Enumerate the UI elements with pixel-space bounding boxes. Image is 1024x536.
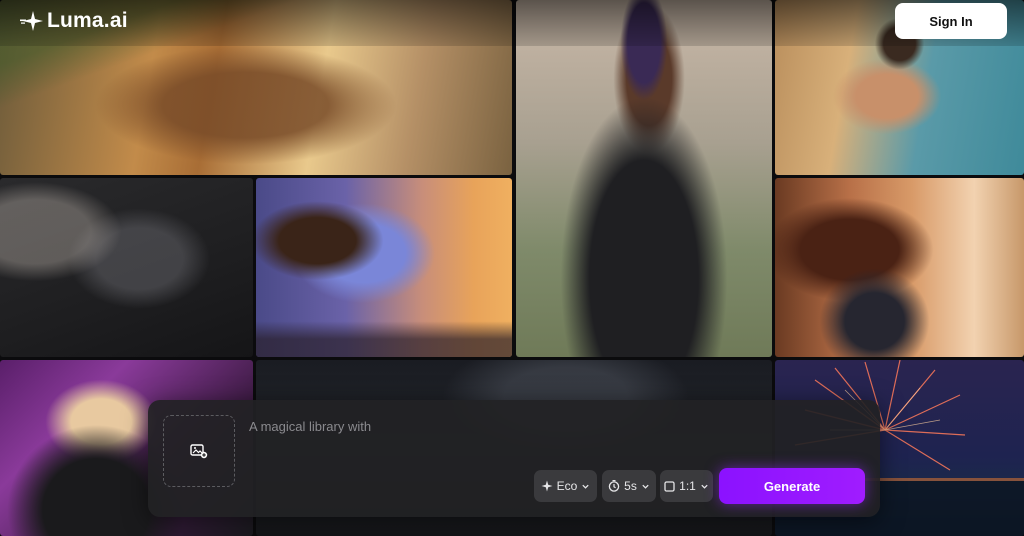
aspect-ratio-label: 1:1 [679, 479, 696, 493]
gallery-tile-smiling-woman-sunset[interactable] [256, 178, 512, 357]
chevron-down-icon [642, 484, 649, 489]
duration-label: 5s [624, 479, 637, 493]
gallery-tile-laughing-woman[interactable] [516, 0, 772, 357]
timer-icon [608, 480, 620, 492]
chevron-down-icon [582, 484, 589, 489]
image-add-icon [190, 444, 208, 459]
top-bar: Luma.ai Sign In [0, 0, 1024, 46]
prompt-input[interactable] [249, 414, 729, 438]
image-upload-dropzone[interactable] [163, 415, 235, 487]
gallery-tile-basketball-car[interactable] [0, 178, 253, 357]
generate-button[interactable]: Generate [719, 468, 865, 504]
duration-select[interactable]: 5s [602, 470, 656, 502]
quality-select[interactable]: Eco [534, 470, 597, 502]
sign-in-button[interactable]: Sign In [895, 3, 1007, 39]
gallery-tile-lipstick-woman[interactable] [775, 178, 1024, 357]
aspect-ratio-select[interactable]: 1:1 [660, 470, 713, 502]
chevron-down-icon [701, 484, 708, 489]
logo[interactable]: Luma.ai [20, 9, 128, 33]
luma-sparkle-icon [20, 11, 43, 31]
sparkle-icon [541, 480, 553, 492]
square-icon [664, 480, 675, 492]
quality-label: Eco [556, 479, 578, 493]
prompt-panel: Eco 5s 1:1 Generate [148, 400, 880, 517]
logo-text: Luma.ai [47, 9, 128, 32]
